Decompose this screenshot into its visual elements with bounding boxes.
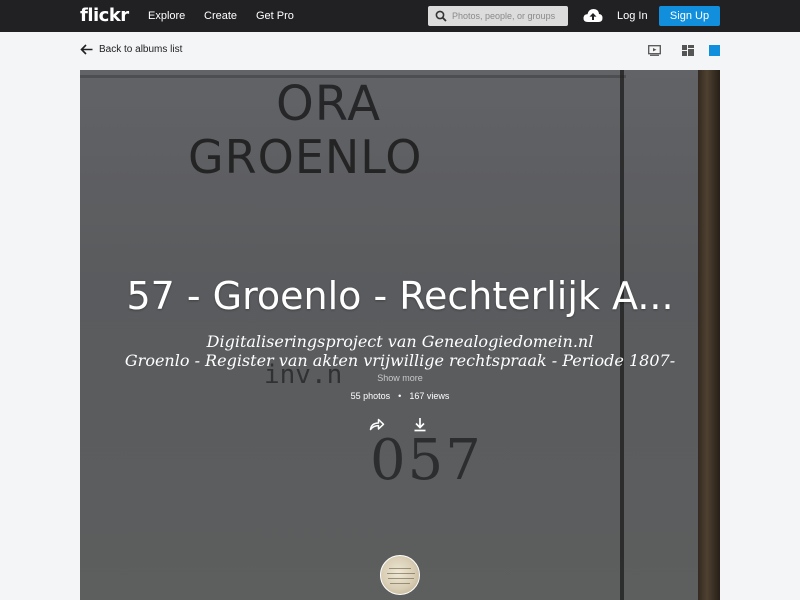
album-cover: ORA GROENLO inv.n 057 57 - Groenlo - Rec… [80, 70, 720, 600]
flickr-logo[interactable]: flickr [80, 5, 129, 26]
photo-count: 55 photos [350, 391, 391, 401]
arrow-left-icon [80, 44, 93, 55]
login-link[interactable]: Log In [617, 10, 648, 22]
search-box[interactable] [428, 6, 568, 26]
slideshow-icon[interactable] [648, 45, 661, 56]
view-count: 167 views [409, 391, 450, 401]
album-description-line1: Digitaliseringsproject van Genealogiedom… [206, 332, 594, 351]
stats-separator: • [398, 391, 402, 401]
square-view-icon[interactable] [709, 45, 720, 56]
back-to-albums-link[interactable]: Back to albums list [80, 44, 182, 55]
nav-create[interactable]: Create [204, 10, 237, 22]
back-label: Back to albums list [99, 44, 183, 55]
nav-explore[interactable]: Explore [148, 10, 185, 22]
download-icon[interactable] [413, 417, 427, 432]
album-stats: 55 photos • 167 views [80, 391, 720, 401]
search-input[interactable] [452, 11, 562, 21]
share-icon[interactable] [369, 417, 385, 431]
show-more-link[interactable]: Show more [80, 373, 720, 383]
album-title: 57 - Groenlo - Rechterlijk A... [126, 274, 674, 318]
top-nav: flickr Explore Create Get Pro Log In Sig… [0, 0, 800, 32]
layout-grid-icon[interactable] [682, 45, 694, 56]
signup-button[interactable]: Sign Up [659, 6, 720, 26]
cloud-upload-icon[interactable] [583, 8, 603, 23]
nav-get-pro[interactable]: Get Pro [256, 10, 294, 22]
album-description-line2: Groenlo - Register van akten vrijwillige… [124, 351, 676, 370]
search-icon [435, 10, 447, 22]
owner-avatar[interactable] [380, 555, 420, 595]
